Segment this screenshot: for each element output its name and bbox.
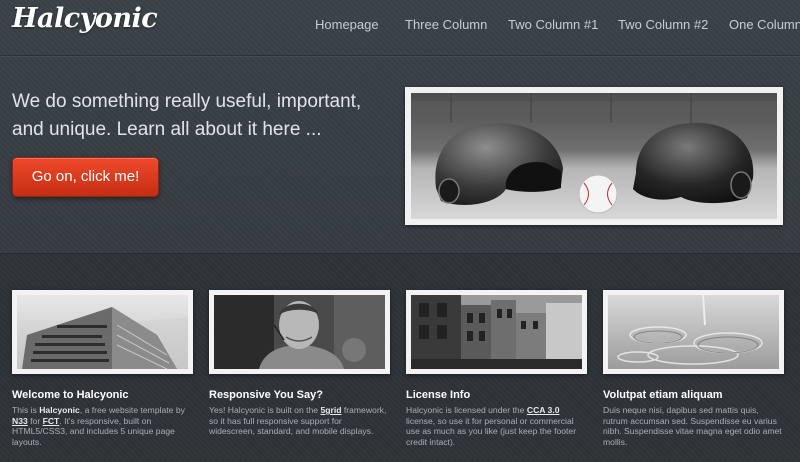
feature-title-3: License Info: [406, 389, 471, 401]
text-segment-bold: Halcyonic: [39, 405, 80, 415]
nav-homepage[interactable]: Homepage: [315, 17, 379, 32]
text-segment: , a free website template by: [79, 405, 185, 415]
water-image[interactable]: [608, 295, 779, 369]
feature-text-2: Yes! Halcyonic is built on the 5grid fra…: [209, 405, 389, 437]
feature-image-frame-3: [406, 290, 587, 374]
link-5grid[interactable]: 5grid: [320, 405, 341, 415]
feature-title-2: Responsive You Say?: [209, 389, 323, 401]
text-segment: Yes! Halcyonic is built on the: [209, 405, 321, 415]
text-segment: license, so use it for personal or comme…: [406, 415, 577, 447]
feature-text-4: Duis neque nisi, dapibus sed mattis quis…: [603, 405, 782, 447]
person-image[interactable]: [214, 295, 385, 369]
nav-two-column-1[interactable]: Two Column #1: [508, 17, 598, 32]
text-segment: for: [27, 415, 43, 426]
feature-text-3: Halcyonic is licensed under the CCA 3.0 …: [406, 405, 586, 447]
link-n33[interactable]: N33: [12, 416, 28, 426]
cta-button[interactable]: Go on, click me!: [12, 157, 159, 197]
link-fct[interactable]: FCT: [43, 416, 60, 426]
feature-image-frame-2: [209, 290, 390, 374]
link-cca[interactable]: CCA 3.0: [527, 405, 560, 415]
feature-image-frame-4: [603, 290, 784, 374]
hero-image-frame: [405, 87, 783, 225]
header-divider: [0, 55, 800, 56]
hero-tagline: We do something really useful, important…: [12, 91, 362, 140]
text-segment: Halcyonic is licensed under the: [406, 405, 527, 415]
feature-title-1: Welcome to Halcyonic: [12, 389, 129, 401]
building-image[interactable]: [17, 295, 188, 369]
feature-title-4: Volutpat etiam aliquam: [603, 389, 723, 401]
nav-three-column[interactable]: Three Column: [405, 17, 487, 32]
main-nav: Homepage Three Column Two Column #1 Two …: [0, 17, 800, 37]
feature-image-frame-1: [12, 290, 193, 374]
city-street-image[interactable]: [411, 295, 582, 369]
feature-text-1: This is Halcyonic, a free website templa…: [12, 405, 192, 447]
nav-two-column-2[interactable]: Two Column #2: [618, 17, 708, 32]
baseball-helmets-image: [411, 93, 777, 219]
nav-one-column[interactable]: One Column: [729, 17, 800, 32]
text-segment: This is: [12, 405, 40, 415]
